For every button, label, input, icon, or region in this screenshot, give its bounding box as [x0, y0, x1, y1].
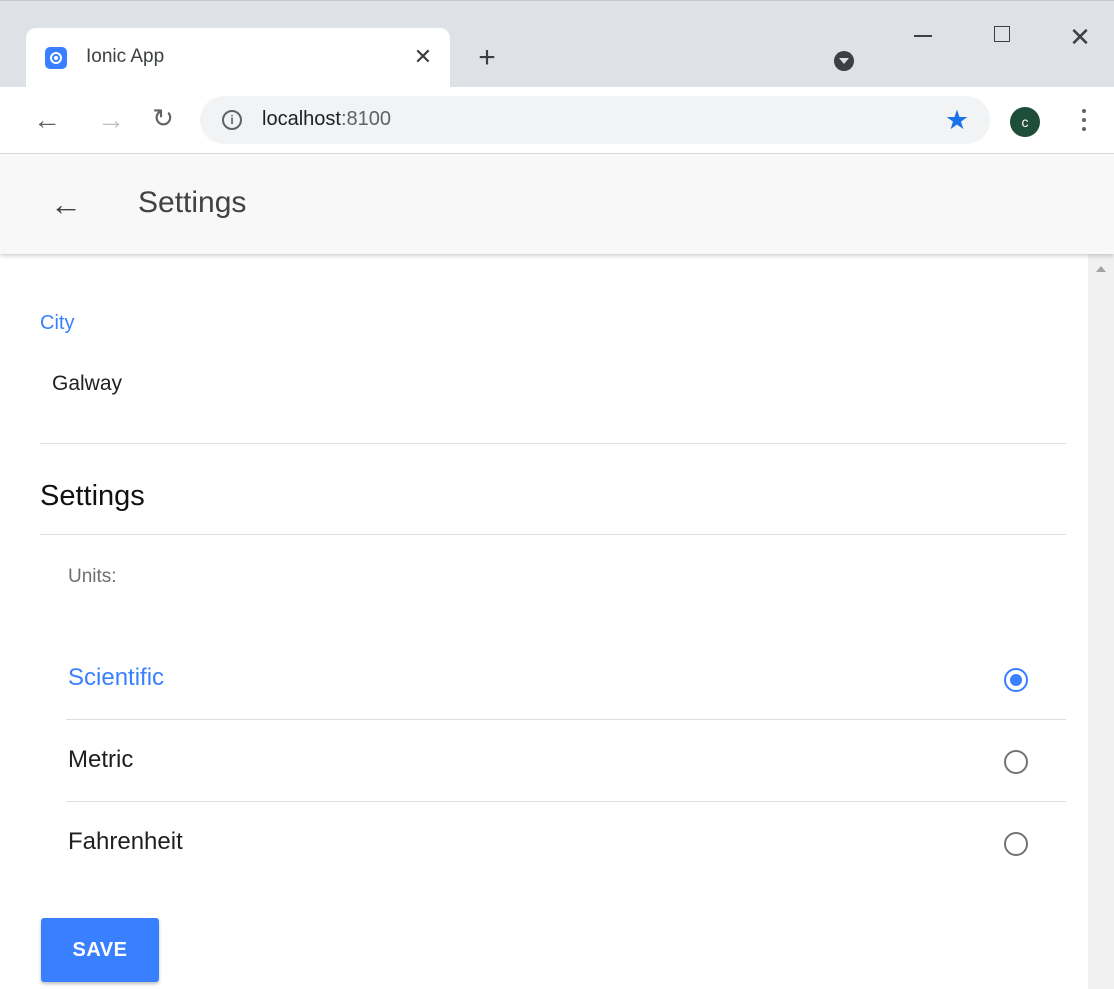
city-label: City	[40, 312, 75, 334]
radio-option-metric[interactable]: Metric	[66, 720, 1066, 802]
browser-tab[interactable]: Ionic App ✕	[26, 28, 450, 88]
radio-label: Scientific	[68, 664, 165, 691]
url-host: localhost	[262, 108, 341, 130]
address-bar[interactable]: i localhost:8100 ★	[200, 96, 990, 144]
browser-forward-icon[interactable]: →	[94, 103, 128, 137]
site-info-icon[interactable]: i	[222, 110, 242, 130]
back-arrow-icon[interactable]: ←	[46, 184, 86, 224]
radio-label: Fahrenheit	[68, 828, 183, 855]
reload-icon[interactable]: ↻	[146, 101, 180, 135]
maximize-icon[interactable]	[988, 23, 1020, 47]
radio-option-fahrenheit[interactable]: Fahrenheit	[66, 802, 1066, 884]
new-tab-icon[interactable]: +	[472, 43, 502, 73]
scroll-up-icon[interactable]	[1096, 266, 1106, 272]
tab-close-icon[interactable]: ✕	[410, 44, 436, 70]
section-divider	[40, 534, 1066, 535]
save-button[interactable]: SAVE	[41, 918, 159, 982]
page-title: Settings	[138, 186, 247, 219]
settings-section-title: Settings	[40, 480, 145, 512]
url-text: localhost:8100	[262, 108, 391, 131]
app-header: ← Settings	[0, 154, 1114, 254]
units-label: Units:	[68, 566, 117, 587]
browser-back-icon[interactable]: ←	[30, 103, 64, 137]
menu-dot	[1082, 127, 1086, 131]
browser-tabstrip: Ionic App ✕ + ✕	[0, 0, 1114, 88]
tab-title: Ionic App	[86, 46, 165, 67]
browser-menu-icon[interactable]	[1072, 105, 1096, 139]
ionic-favicon-icon	[45, 47, 67, 69]
browser-toolbar: ← → ↻ i localhost:8100 ★ c	[0, 87, 1114, 154]
radio-unchecked-icon[interactable]	[1004, 750, 1028, 774]
page-scrollbar[interactable]	[1088, 254, 1114, 989]
radio-label: Metric	[68, 746, 134, 773]
profile-avatar[interactable]: c	[1010, 107, 1040, 137]
minimize-icon[interactable]	[908, 23, 940, 47]
radio-option-scientific[interactable]: Scientific	[66, 638, 1066, 720]
radio-checked-icon[interactable]	[1004, 668, 1028, 692]
menu-dot	[1082, 118, 1086, 122]
menu-dot	[1082, 109, 1086, 113]
url-port: :8100	[340, 108, 391, 130]
city-input[interactable]	[40, 364, 1066, 444]
radio-unchecked-icon[interactable]	[1004, 832, 1028, 856]
settings-content: City Settings Units: Scientific Metric F…	[0, 254, 1088, 989]
tab-search-icon[interactable]	[834, 51, 854, 71]
window-close-icon[interactable]: ✕	[1064, 21, 1096, 53]
bookmark-star-icon[interactable]: ★	[942, 105, 972, 135]
